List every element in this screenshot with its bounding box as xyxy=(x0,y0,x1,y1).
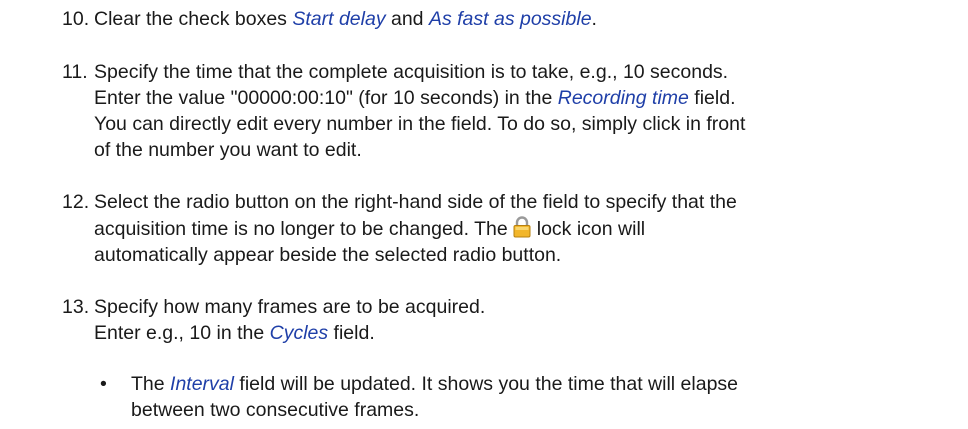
lock-icon xyxy=(511,216,533,238)
bullet-text-line: between two consecutive frames. xyxy=(131,399,420,421)
step-text-line: of the number you want to edit. xyxy=(94,139,362,161)
step-text-line: Enter the value "00000:00:10" (for 10 se… xyxy=(94,87,736,109)
step-number: 12. xyxy=(62,191,90,213)
ui-term-interval: Interval xyxy=(170,373,234,395)
step-text-line: automatically appear beside the selected… xyxy=(94,244,562,266)
step-text-line: acquisition time is no longer to be chan… xyxy=(94,216,646,240)
step-number: 13. xyxy=(62,296,90,318)
step-text-line: Specify the time that the complete acqui… xyxy=(94,61,729,83)
step-text: Clear the check boxes Start delay and As… xyxy=(94,8,597,30)
ui-term-cycles: Cycles xyxy=(269,322,329,344)
step-text-line: You can directly edit every number in th… xyxy=(94,113,746,135)
step-text-line: Specify how many frames are to be acquir… xyxy=(94,296,486,318)
ui-term-recording-time: Recording time xyxy=(557,87,689,109)
ui-term-start-delay: Start delay xyxy=(292,8,386,30)
step-text-line: Enter e.g., 10 in the Cycles field. xyxy=(94,322,375,344)
step-text-line: Select the radio button on the right-han… xyxy=(94,191,737,213)
ui-term-as-fast-as-possible: As fast as possible xyxy=(428,8,592,30)
bullet-text-line: The Interval field will be updated. It s… xyxy=(131,373,739,395)
instruction-document: 10. Clear the check boxes Start delay an… xyxy=(0,0,968,429)
step-number: 11. xyxy=(62,61,88,83)
bullet-symbol: • xyxy=(100,373,107,395)
